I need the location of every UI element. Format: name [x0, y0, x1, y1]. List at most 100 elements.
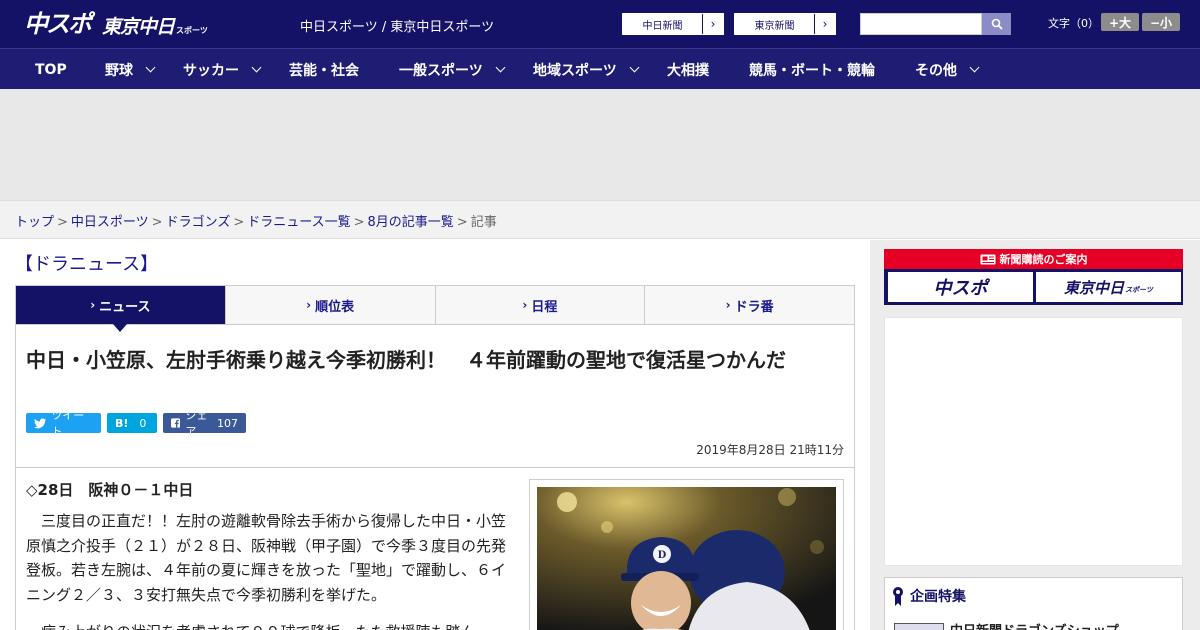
tab-dora-ban[interactable]: › ドラ番	[645, 286, 854, 324]
breadcrumb-link[interactable]: トップ	[15, 215, 54, 230]
nav-label: 野球	[105, 62, 133, 79]
breadcrumb-link[interactable]: ドラニュース一覧	[247, 215, 350, 230]
chevron-down-icon	[145, 62, 156, 72]
hatena-bookmark-button[interactable]: B! 0	[107, 413, 157, 433]
nav-label: 大相撲	[667, 62, 709, 79]
tab-label: 日程	[531, 299, 558, 315]
nav-item-entertainment[interactable]: 芸能・社会	[289, 49, 359, 90]
nav-label: サッカー	[183, 62, 239, 79]
chunichi-shimbun-link[interactable]: 中日新聞 ›	[622, 13, 724, 35]
logo-sports-text: スポーツ	[176, 26, 208, 35]
chevron-down-icon	[495, 62, 506, 72]
article-paragraph: 病み上がりの状況を考慮されて９９球で降板。たた救援陣も踏ん	[26, 620, 510, 630]
logo-sports-text: スポーツ	[1125, 286, 1153, 294]
chevron-down-icon	[629, 62, 640, 72]
chuspo-logo-tile[interactable]: 中スポ	[888, 272, 1033, 302]
tokyo-shimbun-label: 東京新聞	[735, 14, 815, 34]
search-icon	[991, 18, 1003, 30]
ad-banner-area	[0, 89, 1200, 200]
nav-item-top[interactable]: TOP	[35, 49, 67, 90]
svg-text:D: D	[658, 550, 667, 561]
ribbon-icon	[893, 587, 903, 606]
article-headline: 中日・小笠原、左肘手術乗り越え今季初勝利！ ４年前躍動の聖地で復活星つかんだ	[26, 348, 786, 372]
facebook-icon	[171, 418, 181, 428]
facebook-share-count: 107	[217, 416, 238, 430]
breadcrumb-separator: >	[353, 215, 365, 230]
breadcrumb-current: 記事	[470, 215, 497, 230]
nav-label: 競馬・ボート・競輪	[749, 62, 875, 79]
chunichi-shimbun-label: 中日新聞	[623, 14, 703, 34]
hatena-count: 0	[139, 416, 147, 430]
nav-label: その他	[915, 62, 957, 79]
tokyo-chunichi-logo-tile[interactable]: 東京中日 スポーツ	[1036, 272, 1181, 302]
tab-label: ニュース	[99, 299, 151, 315]
tab-schedule[interactable]: › 日程	[435, 286, 646, 324]
game-result-line: ◇28日 阪神０－１中日	[26, 481, 194, 499]
subscription-heading: 新聞購読のご案内	[884, 249, 1183, 269]
nav-item-other[interactable]: その他	[915, 49, 980, 90]
chevron-right-icon: ›	[90, 298, 96, 312]
tweet-button[interactable]: ツイート	[26, 409, 101, 438]
breadcrumb-separator: >	[233, 215, 245, 230]
nav-label: 一般スポーツ	[399, 62, 483, 79]
chevron-right-icon: ›	[822, 17, 828, 31]
chevron-down-icon	[969, 62, 980, 72]
font-smaller-button[interactable]: −小	[1142, 13, 1180, 31]
feature-thumbnail	[894, 622, 944, 630]
breadcrumb-separator: >	[151, 215, 163, 230]
subscription-banner[interactable]: 新聞購読のご案内 中スポ 東京中日 スポーツ	[884, 249, 1183, 305]
subscription-heading-text: 新聞購読のご案内	[999, 253, 1088, 266]
chevron-right-icon: ›	[710, 17, 716, 31]
feature-title: 企画特集	[892, 586, 966, 606]
tab-label: 順位表	[315, 299, 355, 315]
chevron-right-icon: ›	[522, 298, 528, 312]
nav-label: TOP	[35, 61, 67, 78]
main-nav: TOP 野球 サッカー 芸能・社会 一般スポーツ 地域スポーツ 大相撲 競馬・ボ…	[0, 48, 1200, 89]
nav-item-racing[interactable]: 競馬・ボート・競輪	[749, 49, 875, 90]
search-button[interactable]	[982, 13, 1011, 35]
facebook-share-label: シェア	[185, 409, 208, 438]
nav-item-local-sports[interactable]: 地域スポーツ	[533, 49, 640, 90]
chevron-right-icon: ›	[725, 298, 731, 312]
nav-item-baseball[interactable]: 野球	[105, 49, 156, 90]
dragons-tabs: › ニュース › 順位表 › 日程 › ドラ番	[15, 285, 855, 332]
tweet-label: ツイート	[51, 409, 85, 438]
site-logo[interactable]: 中スポ 東京中日 スポーツ	[24, 9, 208, 39]
breadcrumb: トップ > 中日スポーツ > ドラゴンズ > ドラニュース一覧 >8月の記事一覧 > 記事	[0, 200, 1200, 239]
hatena-icon: B!	[115, 416, 129, 430]
breadcrumb-link[interactable]: ドラゴンズ	[166, 215, 231, 230]
article-photo[interactable]: D	[537, 487, 836, 630]
feature-title-text: 企画特集	[910, 589, 966, 605]
chevron-down-icon	[251, 62, 262, 72]
breadcrumb-link[interactable]: 8月の記事一覧	[368, 215, 454, 230]
article-paragraph: 三度目の正直だ！！左肘の遊離軟骨除去手術から復帰した中日・小笠原慎之介投手（２１…	[26, 512, 507, 604]
nav-item-sumo[interactable]: 大相撲	[667, 49, 709, 90]
font-bigger-button[interactable]: +大	[1101, 13, 1139, 31]
tab-label: ドラ番	[734, 299, 774, 315]
facebook-share-button[interactable]: シェア 107	[163, 409, 246, 438]
logo-chuspo: 中スポ	[24, 10, 92, 38]
section-title: 【ドラニュース】	[15, 254, 159, 275]
font-size-label: 文字（0）	[1048, 17, 1099, 30]
nav-label: 地域スポーツ	[533, 62, 617, 79]
chevron-right-icon: ›	[306, 298, 312, 312]
search-input[interactable]	[860, 13, 982, 35]
player-photo-illustration: D	[537, 487, 836, 630]
twitter-bird-icon	[34, 417, 47, 428]
breadcrumb-separator: >	[456, 215, 468, 230]
site-title[interactable]: 中日スポーツ / 東京中日スポーツ	[300, 16, 494, 35]
sidebar-ad-slot	[884, 317, 1183, 566]
tokyo-chunichi-logo-text: 東京中日	[1064, 278, 1125, 297]
tokyo-shimbun-link[interactable]: 東京新聞 ›	[734, 13, 836, 35]
feature-item-dragons-shop[interactable]: 中日新聞ドラゴンズショップ	[894, 620, 1119, 630]
nav-item-soccer[interactable]: サッカー	[183, 49, 262, 90]
nav-item-general-sports[interactable]: 一般スポーツ	[399, 49, 506, 90]
tab-news[interactable]: › ニュース	[16, 286, 226, 332]
newspaper-icon	[980, 254, 995, 264]
top-header: 中スポ 東京中日 スポーツ 中日スポーツ / 東京中日スポーツ 中日新聞 › 東…	[0, 0, 1200, 48]
nav-label: 芸能・社会	[289, 62, 359, 79]
tab-standings[interactable]: › 順位表	[225, 286, 436, 324]
feature-item-label: 中日新聞ドラゴンズショップ	[950, 620, 1119, 630]
breadcrumb-link[interactable]: 中日スポーツ	[71, 215, 149, 230]
article-published-date: 2019年8月28日 21時11分	[696, 443, 844, 457]
